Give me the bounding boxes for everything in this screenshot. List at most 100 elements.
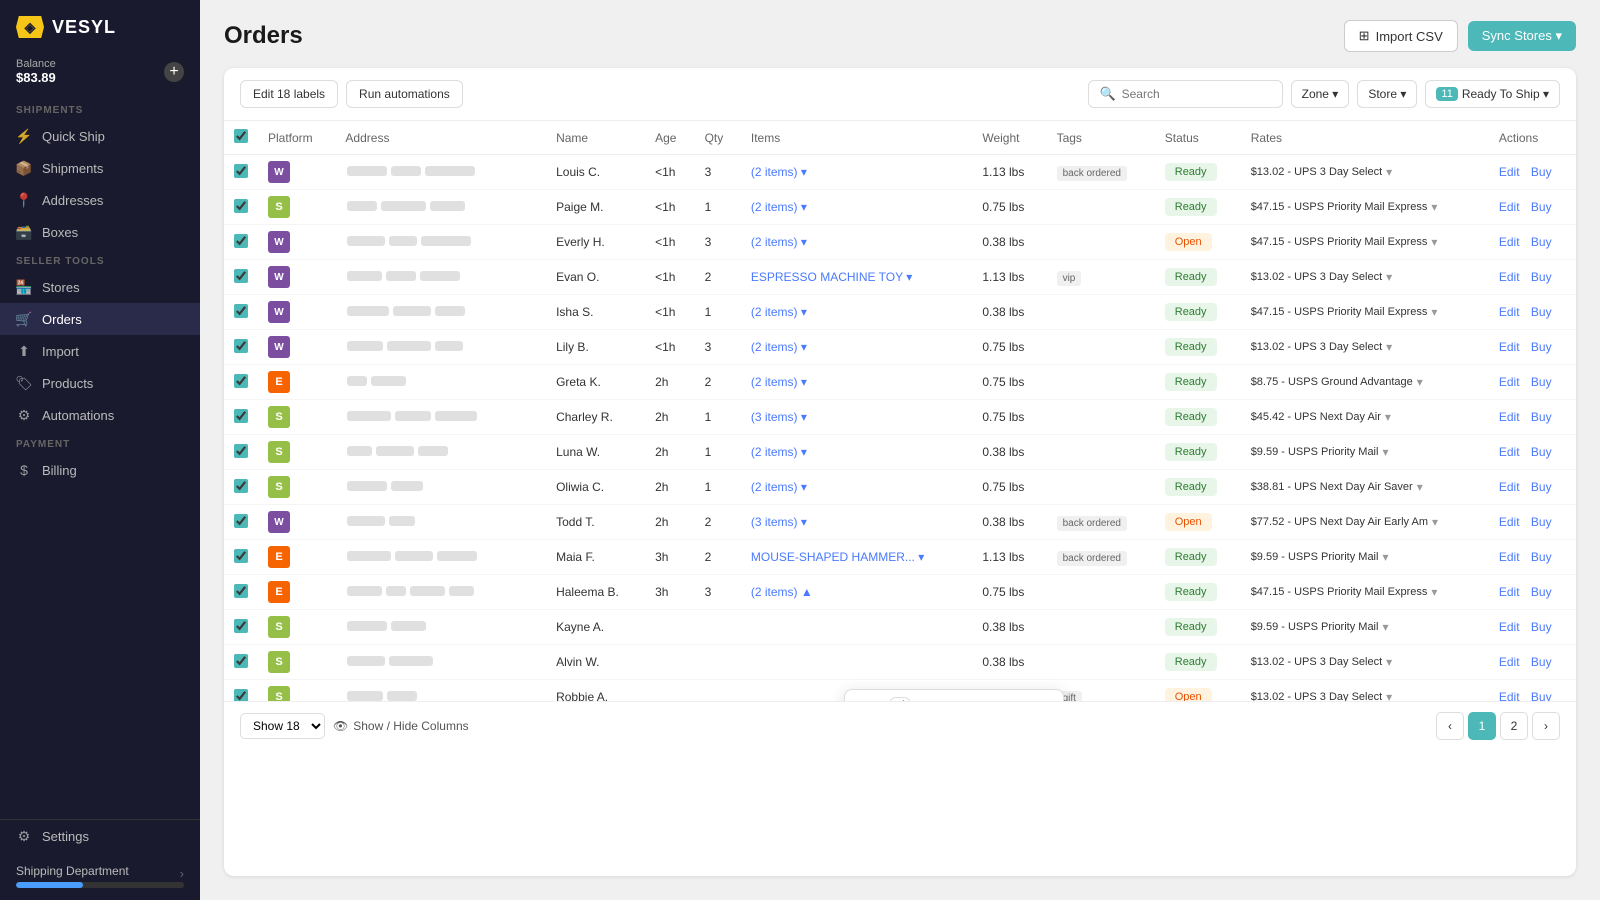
items-expand[interactable]: MOUSE-SHAPED HAMMER... ▾	[751, 550, 962, 564]
edit-action[interactable]: Edit	[1499, 235, 1520, 249]
row-checkbox-cell[interactable]	[224, 610, 258, 645]
sidebar-item-orders[interactable]: 🛒 Orders	[0, 303, 200, 335]
items-cell[interactable]: (2 items) ▾	[741, 470, 972, 505]
items-cell[interactable]: (2 items) ▾	[741, 435, 972, 470]
rates-cell[interactable]: $38.81 - UPS Next Day Air Saver ▾	[1241, 470, 1489, 505]
row-checkbox-cell[interactable]	[224, 505, 258, 540]
row-checkbox[interactable]	[234, 269, 248, 283]
ready-to-ship-button[interactable]: 11 Ready To Ship ▾	[1425, 80, 1560, 108]
row-checkbox[interactable]	[234, 514, 248, 528]
next-page-button[interactable]: ›	[1532, 712, 1560, 740]
items-cell[interactable]: (2 items) ▾	[741, 225, 972, 260]
items-expand[interactable]: ESPRESSO MACHINE TOY ▾	[751, 270, 962, 284]
row-checkbox[interactable]	[234, 549, 248, 563]
row-checkbox[interactable]	[234, 619, 248, 633]
items-expand[interactable]: (3 items) ▾	[751, 410, 962, 424]
rate-chevron-icon[interactable]: ▾	[1431, 235, 1437, 249]
edit-action[interactable]: Edit	[1499, 550, 1520, 564]
edit-action[interactable]: Edit	[1499, 445, 1520, 459]
edit-action[interactable]: Edit	[1499, 620, 1520, 634]
items-expand[interactable]: (2 items) ▾	[751, 445, 962, 459]
rates-cell[interactable]: $9.59 - USPS Priority Mail ▾	[1241, 435, 1489, 470]
items-cell[interactable]	[741, 645, 972, 680]
edit-action[interactable]: Edit	[1499, 305, 1520, 319]
items-cell[interactable]: (2 items) ▾	[741, 190, 972, 225]
rates-cell[interactable]: $13.02 - UPS 3 Day Select ▾	[1241, 155, 1489, 190]
sidebar-item-addresses[interactable]: 📍 Addresses	[0, 184, 200, 216]
items-cell[interactable]: ESPRESSO MACHINE TOY ▾	[741, 260, 972, 295]
row-checkbox[interactable]	[234, 199, 248, 213]
row-checkbox-cell[interactable]	[224, 435, 258, 470]
rate-chevron-icon[interactable]: ▾	[1385, 410, 1391, 424]
items-cell[interactable]: MOUSE-SHAPED HAMMER... ▾	[741, 540, 972, 575]
shipping-department[interactable]: Shipping Department ›	[0, 852, 200, 900]
edit-action[interactable]: Edit	[1499, 585, 1520, 599]
edit-action[interactable]: Edit	[1499, 655, 1520, 669]
edit-action[interactable]: Edit	[1499, 340, 1520, 354]
buy-action[interactable]: Buy	[1531, 410, 1552, 424]
buy-action[interactable]: Buy	[1531, 445, 1552, 459]
buy-action[interactable]: Buy	[1531, 305, 1552, 319]
edit-action[interactable]: Edit	[1499, 200, 1520, 214]
rates-cell[interactable]: $47.15 - USPS Priority Mail Express ▾	[1241, 575, 1489, 610]
items-expand[interactable]: (2 items) ▾	[751, 200, 962, 214]
items-expand[interactable]: (2 items) ▾	[751, 305, 962, 319]
items-expand[interactable]: (2 items) ▾	[751, 235, 962, 249]
edit-labels-button[interactable]: Edit 18 labels	[240, 80, 338, 108]
row-checkbox[interactable]	[234, 409, 248, 423]
rates-cell[interactable]: $13.02 - UPS 3 Day Select ▾	[1241, 330, 1489, 365]
edit-action[interactable]: Edit	[1499, 375, 1520, 389]
edit-action[interactable]: Edit	[1499, 690, 1520, 701]
rates-cell[interactable]: $77.52 - UPS Next Day Air Early Am ▾	[1241, 505, 1489, 540]
row-checkbox-cell[interactable]	[224, 190, 258, 225]
row-checkbox[interactable]	[234, 304, 248, 318]
buy-action[interactable]: Buy	[1531, 690, 1552, 701]
sidebar-item-import[interactable]: ⬆ Import	[0, 335, 200, 367]
show-rows-select[interactable]: Show 18 Show 25 Show 50	[240, 713, 325, 739]
run-automations-button[interactable]: Run automations	[346, 80, 463, 108]
buy-action[interactable]: Buy	[1531, 480, 1552, 494]
row-checkbox-cell[interactable]	[224, 225, 258, 260]
row-checkbox[interactable]	[234, 689, 248, 702]
rate-chevron-icon[interactable]: ▾	[1431, 305, 1437, 319]
items-expand[interactable]: (2 items) ▾	[751, 165, 962, 179]
sync-stores-button[interactable]: Sync Stores ▾	[1468, 21, 1576, 51]
items-cell[interactable]: (2 items) ▾	[741, 295, 972, 330]
import-csv-button[interactable]: ⊞ Import CSV	[1344, 20, 1458, 52]
rate-chevron-icon[interactable]: ▾	[1431, 585, 1437, 599]
sidebar-item-products[interactable]: 🏷 Products	[0, 367, 200, 399]
rate-chevron-icon[interactable]: ▾	[1431, 200, 1437, 214]
row-checkbox[interactable]	[234, 479, 248, 493]
row-checkbox[interactable]	[234, 654, 248, 668]
rate-chevron-icon[interactable]: ▾	[1386, 165, 1392, 179]
rate-chevron-icon[interactable]: ▾	[1386, 270, 1392, 284]
show-hide-columns-button[interactable]: 👁 Show / Hide Columns	[333, 719, 469, 733]
row-checkbox-cell[interactable]	[224, 155, 258, 190]
store-filter-button[interactable]: Store ▾	[1357, 80, 1417, 108]
rate-chevron-icon[interactable]: ▾	[1386, 690, 1392, 701]
search-input[interactable]	[1122, 87, 1272, 101]
items-cell[interactable]: (2 items) ▾	[741, 365, 972, 400]
row-checkbox-cell[interactable]	[224, 680, 258, 702]
edit-action[interactable]: Edit	[1499, 515, 1520, 529]
buy-action[interactable]: Buy	[1531, 515, 1552, 529]
row-checkbox[interactable]	[234, 234, 248, 248]
rates-cell[interactable]: $8.75 - USPS Ground Advantage ▾	[1241, 365, 1489, 400]
buy-action[interactable]: Buy	[1531, 655, 1552, 669]
zone-filter-button[interactable]: Zone ▾	[1291, 80, 1350, 108]
items-expand[interactable]: (2 items) ▾	[751, 340, 962, 354]
logo[interactable]: ◈ VESYL	[0, 0, 200, 50]
rates-cell[interactable]: $13.02 - UPS 3 Day Select ▾	[1241, 645, 1489, 680]
rate-chevron-icon[interactable]: ▾	[1382, 550, 1388, 564]
items-cell[interactable]: (2 items) ▾	[741, 330, 972, 365]
buy-action[interactable]: Buy	[1531, 375, 1552, 389]
row-checkbox-cell[interactable]	[224, 400, 258, 435]
rate-chevron-icon[interactable]: ▾	[1382, 445, 1388, 459]
rates-cell[interactable]: $9.59 - USPS Priority Mail ▾	[1241, 610, 1489, 645]
sidebar-item-quick-ship[interactable]: ⚡ Quick Ship	[0, 120, 200, 152]
rate-chevron-icon[interactable]: ▾	[1382, 620, 1388, 634]
items-cell[interactable]: (3 items) ▾	[741, 400, 972, 435]
rates-cell[interactable]: $47.15 - USPS Priority Mail Express ▾	[1241, 225, 1489, 260]
rates-cell[interactable]: $13.02 - UPS 3 Day Select ▾	[1241, 260, 1489, 295]
row-checkbox-cell[interactable]	[224, 260, 258, 295]
